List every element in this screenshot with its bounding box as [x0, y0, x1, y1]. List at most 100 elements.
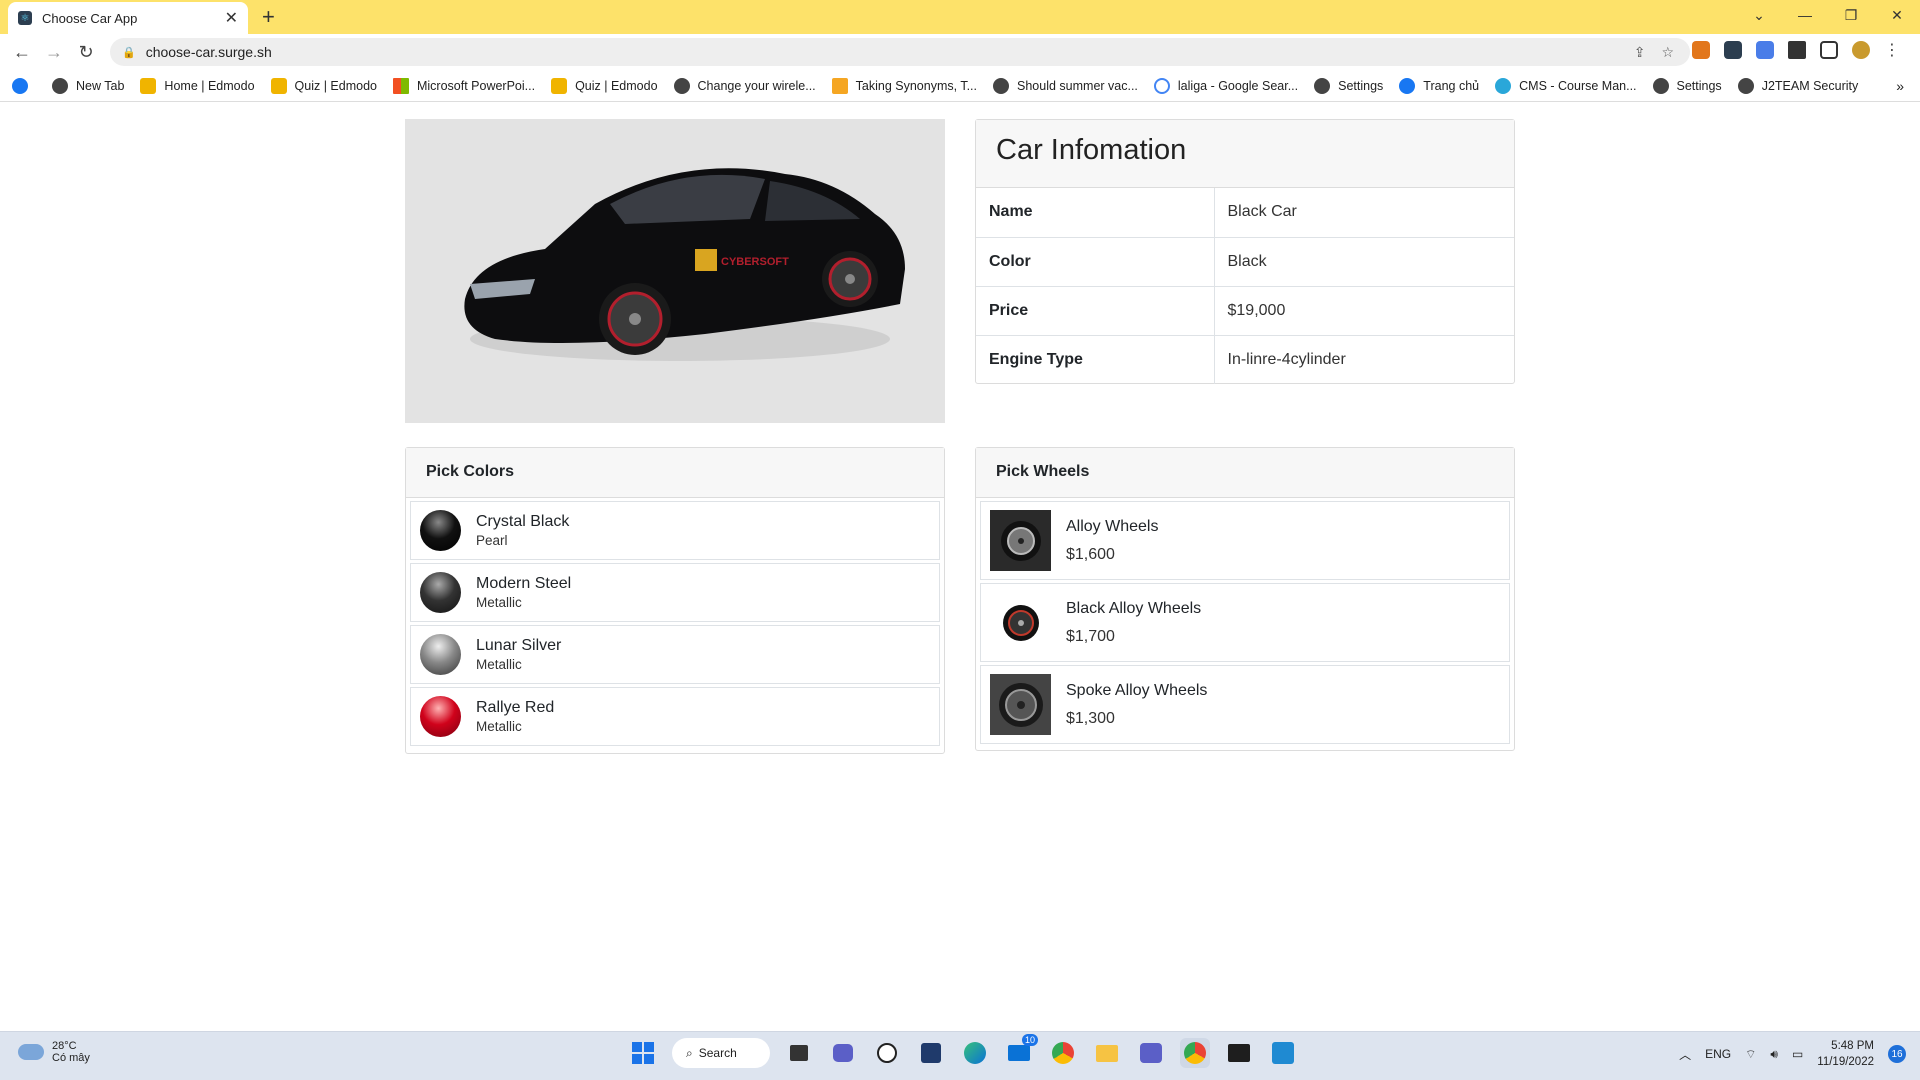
bookmark-item[interactable]: Quiz | Edmodo — [270, 77, 377, 94]
globe-icon — [1737, 77, 1754, 94]
menu-kebab-icon[interactable]: ⋮ — [1884, 40, 1900, 60]
chrome-active-icon[interactable] — [1180, 1038, 1210, 1068]
volume-icon[interactable]: 🔊︎ — [1770, 1047, 1778, 1062]
tab-title: Choose Car App — [42, 10, 138, 26]
bookmark-item[interactable]: CMS - Course Man... — [1495, 77, 1637, 94]
wifi-icon[interactable]: ⌔ — [1745, 1047, 1756, 1062]
close-tab-icon[interactable]: ✕ — [225, 8, 238, 28]
mail-icon[interactable]: 10 — [1004, 1034, 1038, 1068]
react-favicon-icon: ⚛ — [18, 11, 32, 25]
bookmark-label: Change your wirele... — [697, 78, 816, 93]
bookmark-label: Should summer vac... — [1017, 78, 1138, 93]
language-indicator[interactable]: ENG — [1705, 1047, 1731, 1061]
url-text: choose-car.surge.sh — [145, 44, 272, 60]
soccer-app-icon[interactable] — [872, 1038, 902, 1068]
wheel-option-alloy[interactable]: Alloy Wheels $1,600 — [980, 501, 1510, 580]
app-icon-blue[interactable] — [916, 1038, 946, 1068]
car-image: CYBERSOFT — [405, 119, 945, 423]
tab-search-icon[interactable]: ⌄ — [1736, 7, 1782, 24]
bookmark-label: Trang chủ — [1423, 78, 1480, 93]
side-panel-icon[interactable] — [1820, 41, 1838, 59]
bookmark-label: Microsoft PowerPoi... — [416, 78, 536, 93]
edmodo-icon — [551, 77, 568, 94]
globe-icon — [993, 77, 1010, 94]
color-option-lunar-silver[interactable]: Lunar Silver Metallic — [410, 625, 940, 684]
table-row: Engine Type In-linre-4cylinder — [976, 335, 1514, 384]
minimize-icon[interactable]: — — [1782, 7, 1828, 23]
react-devtools-icon[interactable] — [1724, 41, 1742, 59]
wheel-option-black-alloy[interactable]: Black Alloy Wheels $1,700 — [980, 583, 1510, 662]
bookmark-item[interactable]: J2TEAM Security — [1737, 77, 1858, 94]
bookmarks-overflow-icon[interactable]: » — [1896, 78, 1904, 94]
bookmark-facebook[interactable] — [12, 77, 36, 94]
color-swatch — [420, 510, 461, 551]
bookmark-star-icon[interactable]: ☆ — [1661, 44, 1674, 61]
profile-avatar-icon[interactable] — [1852, 41, 1870, 59]
close-window-icon[interactable]: ✕ — [1874, 7, 1920, 24]
color-option-crystal-black[interactable]: Crystal Black Pearl — [410, 501, 940, 560]
bookmark-item[interactable]: New Tab — [52, 77, 125, 94]
bookmark-label: Settings — [1338, 78, 1384, 93]
info-value: In-linre-4cylinder — [1227, 350, 1346, 368]
reload-icon[interactable]: ↻ — [70, 42, 102, 63]
gear-icon — [1652, 77, 1669, 94]
share-icon[interactable]: ⇪ — [1634, 44, 1646, 61]
teams-chat-icon[interactable] — [828, 1038, 858, 1068]
url-input[interactable]: 🔒 choose-car.surge.sh ⇪ ☆ — [110, 38, 1690, 66]
bookmark-item[interactable]: Should summer vac... — [993, 77, 1138, 94]
facebook-icon — [12, 77, 28, 94]
wheel-thumbnail — [990, 674, 1051, 735]
bookmark-item[interactable]: Settings — [1314, 77, 1384, 94]
new-tab-button[interactable]: + — [262, 4, 275, 30]
taskbar: 28°C Có mây ⌕ Search 10 ︿ ENG ⌔ 🔊︎ ▭ 5:48 … — [0, 1031, 1920, 1080]
car-info-table: Name Black Car Color Black Price $19,000 En… — [976, 188, 1514, 384]
bookmark-item[interactable]: Home | Edmodo — [140, 77, 255, 94]
bookmark-item[interactable]: Settings — [1652, 77, 1722, 94]
lock-icon[interactable]: 🔒 — [122, 46, 136, 59]
bookmark-label: Home | Edmodo — [164, 78, 255, 93]
color-finish: Metallic — [476, 595, 522, 610]
color-name: Rallye Red — [476, 699, 555, 716]
globe-icon — [52, 77, 68, 94]
search-icon: ⌕ — [686, 1045, 693, 1060]
metamask-extension-icon[interactable] — [1692, 41, 1710, 59]
bookmark-item[interactable]: laliga - Google Sear... — [1153, 77, 1298, 94]
windows-start-icon[interactable] — [628, 1038, 658, 1068]
notification-badge[interactable]: 16 — [1888, 1045, 1906, 1063]
battery-icon[interactable]: ▭ — [1792, 1047, 1803, 1061]
date: 11/19/2022 — [1817, 1056, 1874, 1068]
chevron-up-icon[interactable]: ︿ — [1679, 1046, 1691, 1063]
extensions-puzzle-icon[interactable] — [1788, 41, 1806, 59]
edge-icon[interactable] — [960, 1038, 990, 1068]
car-info-card: Car Infomation Name Black Car Color Black … — [975, 119, 1515, 384]
bookmark-item[interactable]: Change your wirele... — [673, 77, 816, 94]
back-icon[interactable]: ← — [6, 42, 38, 63]
restore-icon[interactable]: ❐ — [1828, 7, 1874, 24]
info-key: Engine Type — [976, 335, 1215, 384]
info-key: Price — [976, 286, 1215, 336]
clock[interactable]: 5:48 PM 11/19/2022 — [1817, 1038, 1874, 1070]
bookmark-item[interactable]: Trang chủ — [1399, 77, 1480, 94]
teams-icon[interactable] — [1136, 1038, 1166, 1068]
translate-extension-icon[interactable] — [1756, 41, 1774, 59]
info-key: Name — [976, 188, 1215, 238]
vscode-icon[interactable] — [1268, 1038, 1298, 1068]
bookmark-item[interactable]: Microsoft PowerPoi... — [392, 77, 536, 94]
wheel-price: $1,700 — [1066, 627, 1115, 645]
temperature: 28°C — [52, 1040, 77, 1052]
tab-choose-car-app[interactable]: ⚛ Choose Car App ✕ — [8, 2, 248, 34]
weather-widget[interactable]: 28°C Có mây — [18, 1040, 90, 1064]
terminal-icon[interactable] — [1224, 1038, 1254, 1068]
wheel-option-spoke-alloy[interactable]: Spoke Alloy Wheels $1,300 — [980, 665, 1510, 744]
taskbar-search[interactable]: ⌕ Search — [672, 1038, 770, 1068]
forward-icon[interactable]: → — [38, 42, 70, 63]
color-option-rallye-red[interactable]: Rallye Red Metallic — [410, 687, 940, 746]
bookmark-label: New Tab — [76, 78, 125, 93]
chrome-icon[interactable] — [1048, 1038, 1078, 1068]
bookmark-item[interactable]: Quiz | Edmodo — [551, 77, 658, 94]
file-explorer-icon[interactable] — [1092, 1038, 1122, 1068]
task-view-icon[interactable] — [784, 1038, 814, 1068]
color-option-modern-steel[interactable]: Modern Steel Metallic — [410, 563, 940, 622]
bookmark-item[interactable]: Taking Synonyms, T... — [831, 77, 977, 94]
bookmark-label: Settings — [1676, 78, 1722, 93]
